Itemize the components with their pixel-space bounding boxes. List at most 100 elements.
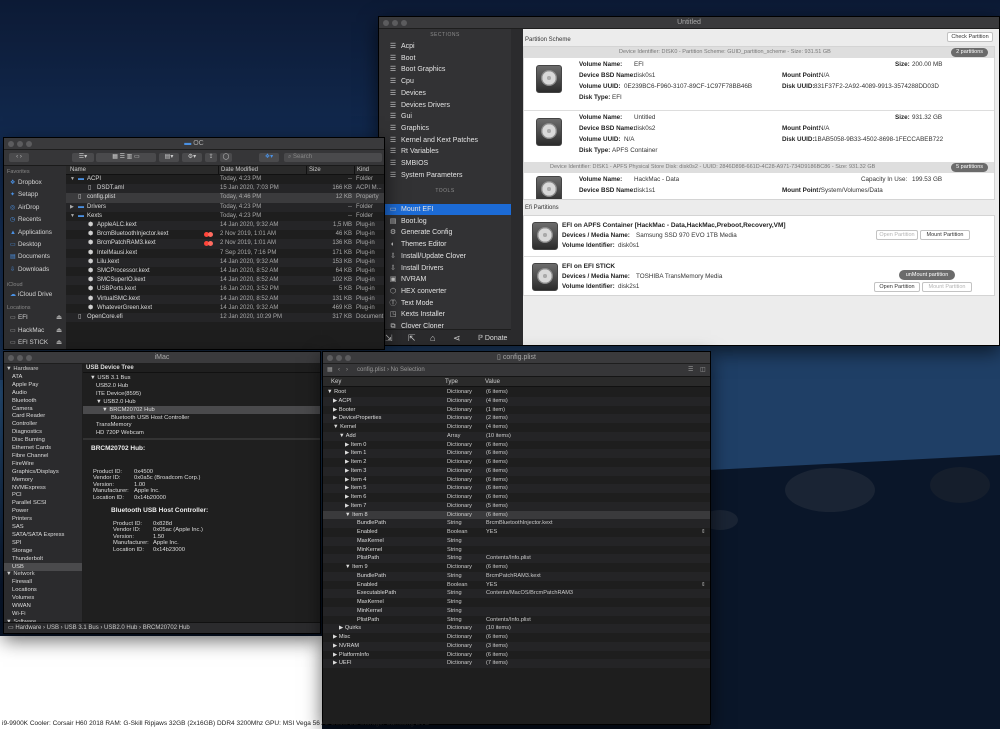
- sidebar-item-boot-graphics[interactable]: ☰ Boot Graphics: [387, 64, 511, 75]
- plist-row[interactable]: ▼ Item 8 Dictionary (6 items): [323, 510, 710, 520]
- tree-item-audio[interactable]: Audio: [12, 390, 27, 396]
- sidebar-item-kernel-and-kext-patches[interactable]: ☰ Kernel and Kext Patches: [387, 135, 511, 146]
- tool-item-install-update-clover[interactable]: ⇩ Install/Update Clover: [387, 251, 511, 262]
- file-row[interactable]: ▼ ▬ Kexts Today, 4:23 PM -- Folder: [66, 212, 384, 221]
- window-controls[interactable]: [383, 20, 407, 26]
- minimize-icon[interactable]: [392, 20, 398, 26]
- disclosure-icon[interactable]: ▼: [70, 175, 75, 184]
- window-controls[interactable]: [327, 355, 351, 361]
- close-icon[interactable]: [8, 355, 14, 361]
- tree-item-thunderbolt[interactable]: Thunderbolt: [12, 556, 43, 562]
- tool-item-kexts-installer[interactable]: ◳ Kexts Installer: [387, 309, 511, 320]
- usb-tree-item[interactable]: ▼ USB 3.1 Bus: [90, 375, 131, 381]
- file-row[interactable]: ⬢ IntelMausi.kext 7 Sep 2019, 7:16 PM 171 K…: [66, 249, 384, 258]
- zoom-icon[interactable]: [345, 355, 351, 361]
- zoom-icon[interactable]: [401, 20, 407, 26]
- sidebar-item-documents[interactable]: ▤ Documents: [10, 253, 50, 260]
- sidebar-item-efi[interactable]: ▭ EFI ⏏: [10, 314, 62, 321]
- zoom-icon[interactable]: [26, 355, 32, 361]
- minimize-icon[interactable]: [17, 141, 23, 147]
- tree-group[interactable]: ▼ Hardware: [6, 366, 38, 372]
- tree-group[interactable]: ▼ Network: [6, 571, 35, 577]
- tool-item-themes-editor[interactable]: ◐ Themes Editor: [387, 239, 511, 250]
- usb-tree-item[interactable]: TransMemory: [96, 422, 132, 428]
- plist-row[interactable]: ▶ Misc Dictionary (6 items): [323, 633, 710, 642]
- file-row[interactable]: ▯ OpenCore.efi 12 Jan 2020, 10:29 PM 317 KB…: [66, 313, 384, 323]
- plist-row[interactable]: ▶ Item 4 Dictionary (6 items): [323, 476, 710, 485]
- share-icon[interactable]: ⇪: [205, 153, 217, 162]
- unmount-partition-button[interactable]: unMount partition: [899, 270, 955, 280]
- sidebar-item-rt-variables[interactable]: ☰ Rt Variables: [387, 146, 511, 157]
- sidebar-item-recents[interactable]: ◷ Recents: [10, 216, 41, 223]
- tool-item-boot-log[interactable]: ▤ Boot.log: [387, 216, 511, 227]
- file-row[interactable]: ⬢ SMCProcessor.kext 14 Jan 2020, 8:52 AM 64…: [66, 267, 384, 276]
- plist-row[interactable]: MaxKernel String: [323, 536, 710, 546]
- plist-row[interactable]: Enabled Boolean YES ⇕: [323, 528, 710, 537]
- close-icon[interactable]: [8, 141, 14, 147]
- tree-item-sas[interactable]: SAS: [12, 524, 24, 530]
- tree-item-spi[interactable]: SPI: [12, 540, 21, 546]
- plist-row[interactable]: MinKernel String: [323, 546, 710, 555]
- donate-button[interactable]: ℙ Donate: [478, 334, 507, 342]
- file-row[interactable]: ⬢ BrcmBluetoothInjector.kext 2 Nov 2019, 1…: [66, 230, 384, 239]
- tree-item-sata-sata-express[interactable]: SATA/SATA Express: [12, 532, 64, 538]
- check-partition-button[interactable]: Check Partition: [947, 32, 993, 42]
- plist-row[interactable]: ExecutablePath String Contents/MacOS/BrcmP…: [323, 589, 710, 598]
- share-icon[interactable]: ⋖: [453, 333, 461, 344]
- stepper-icon[interactable]: ⇕: [701, 581, 706, 590]
- disclosure-icon[interactable]: ▶: [70, 203, 74, 212]
- sidebar-item-airdrop[interactable]: ◎ AirDrop: [10, 204, 39, 211]
- column-date[interactable]: Date Modified: [218, 166, 306, 175]
- plist-row[interactable]: ▶ Item 5 Dictionary (6 items): [323, 484, 710, 493]
- tree-item-apple-pay[interactable]: Apple Pay: [12, 382, 38, 388]
- usb-tree-item[interactable]: ▼ USB2.0 Hub: [96, 399, 136, 405]
- column-kind[interactable]: Kind: [354, 166, 384, 175]
- sidebar-item-applications[interactable]: ▲ Applications: [10, 229, 52, 236]
- tree-item-diagnostics[interactable]: Diagnostics: [12, 429, 42, 435]
- forward-icon[interactable]: ›: [346, 364, 348, 377]
- view-mode-control[interactable]: ▦ ☰ ▥ ▭: [96, 153, 156, 162]
- split-icon[interactable]: ◫: [700, 364, 706, 377]
- tree-item-ethernet-cards[interactable]: Ethernet Cards: [12, 445, 51, 451]
- file-row[interactable]: ⬢ USBPorts.kext 16 Jan 2020, 3:52 PM 5 KB Pl…: [66, 285, 384, 294]
- plist-row[interactable]: BundlePath String BrcmBluetoothInjector.ke…: [323, 519, 710, 528]
- tree-item-usb[interactable]: USB: [12, 564, 24, 570]
- sidebar-item-devices[interactable]: ☰ Devices: [387, 88, 511, 99]
- sidebar-item-system-parameters[interactable]: ☰ System Parameters: [387, 170, 511, 181]
- plist-row[interactable]: ▶ NVRAM Dictionary (3 items): [323, 641, 710, 651]
- column-type[interactable]: Type: [445, 377, 458, 387]
- tree-item-storage[interactable]: Storage: [12, 548, 32, 554]
- search-input[interactable]: ⌕ Search: [284, 153, 382, 162]
- plist-row[interactable]: ▶ Quirks Dictionary (10 items): [323, 624, 710, 633]
- file-row[interactable]: ▯ config.plist Today, 4:46 PM 12 KB Property: [66, 193, 384, 203]
- column-name[interactable]: Name: [66, 166, 218, 175]
- tree-item-firewire[interactable]: FireWire: [12, 461, 34, 467]
- zoom-icon[interactable]: [26, 141, 32, 147]
- tool-item-generate-config[interactable]: ⚙ Generate Config: [387, 227, 511, 238]
- column-value[interactable]: Value: [485, 377, 500, 387]
- plist-row[interactable]: ▶ UEFI Dictionary (7 items): [323, 659, 710, 668]
- eject-icon[interactable]: ⏏: [56, 314, 62, 321]
- plist-row[interactable]: BundlePath String BrcmPatchRAM3.kext: [323, 571, 710, 581]
- sidebar-item-dropbox[interactable]: ❖ Dropbox: [10, 179, 42, 186]
- close-icon[interactable]: [327, 355, 333, 361]
- dropbox-icon[interactable]: ❖▾: [259, 153, 279, 162]
- file-row[interactable]: ▼ ▬ ACPI Today, 4:23 PM -- Folder: [66, 175, 384, 184]
- sidebar-item-desktop[interactable]: ▭ Desktop: [10, 241, 41, 248]
- sidebar-item-downloads[interactable]: ⇩ Downloads: [10, 266, 49, 273]
- tree-item-pci[interactable]: PCI: [12, 492, 22, 498]
- tree-item-memory[interactable]: Memory: [12, 477, 33, 483]
- plist-row[interactable]: ▼ Item 9 Dictionary (6 items): [323, 563, 710, 572]
- plist-row[interactable]: ▶ Item 0 Dictionary (6 items): [323, 441, 710, 450]
- plist-row[interactable]: ▼ Add Array (10 items): [323, 431, 710, 441]
- group-icon[interactable]: ☰▾: [72, 153, 94, 162]
- tree-item-disc-burning[interactable]: Disc Burning: [12, 437, 45, 443]
- plist-row[interactable]: PlistPath String Contents/Info.plist: [323, 554, 710, 563]
- column-size[interactable]: Size: [306, 166, 354, 175]
- tree-item-volumes[interactable]: Volumes: [12, 595, 34, 601]
- tree-item-nvmexpress[interactable]: NVMExpress: [12, 485, 46, 491]
- tool-item-hex-converter[interactable]: ⬡ HEX converter: [387, 286, 511, 297]
- window-controls[interactable]: [8, 355, 32, 361]
- plist-row[interactable]: ▶ ACPI Dictionary (4 items): [323, 396, 710, 406]
- file-row[interactable]: ▯ DSDT.aml 15 Jan 2020, 7:03 PM 166 KB ACPI …: [66, 184, 384, 194]
